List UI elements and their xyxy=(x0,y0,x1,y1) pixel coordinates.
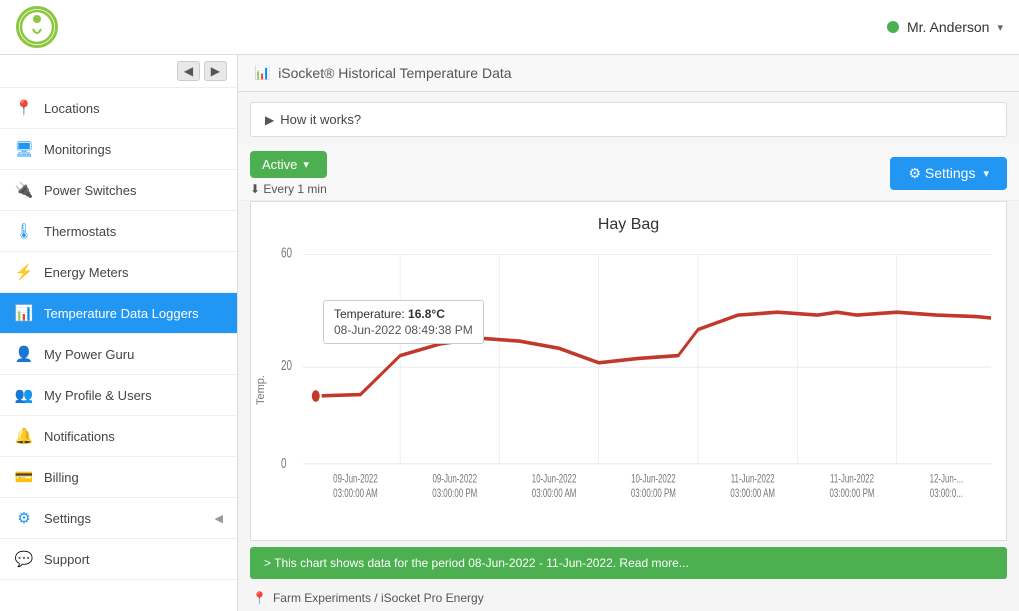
settings-label: ⚙ Settings xyxy=(908,165,975,182)
active-chevron: ▾ xyxy=(303,158,309,171)
settings-icon: ⚙ xyxy=(14,509,34,527)
chart-inner: 60 20 0 xyxy=(271,240,1006,540)
svg-text:60: 60 xyxy=(281,245,292,261)
sidebar-item-temperature-data-loggers[interactable]: 📊 Temperature Data Loggers xyxy=(0,293,237,334)
my-power-guru-icon: 👤 xyxy=(14,345,34,363)
svg-text:03:00:00 PM: 03:00:00 PM xyxy=(631,488,676,500)
chart-y-label: Temp. xyxy=(251,240,271,540)
settings-button[interactable]: ⚙ Settings ▾ xyxy=(890,157,1007,190)
sidebar-items-container: 📍 Locations 🖥 Monitorings 🔌 Power Switches 🌡 Th… xyxy=(0,88,237,580)
nav-back-button[interactable]: ◀ xyxy=(177,61,200,81)
settings-label: Settings xyxy=(44,511,205,526)
how-it-works-chevron: ▶ xyxy=(265,113,274,127)
notifications-label: Notifications xyxy=(44,429,223,444)
info-bar[interactable]: > This chart shows data for the period 0… xyxy=(250,547,1007,579)
billing-label: Billing xyxy=(44,470,223,485)
active-dropdown-button[interactable]: Active ▾ xyxy=(250,151,327,178)
thermostats-icon: 🌡 xyxy=(14,222,34,240)
support-icon: 💬 xyxy=(14,550,34,568)
energy-meters-label: Energy Meters xyxy=(44,265,223,280)
svg-text:03:00:00 PM: 03:00:00 PM xyxy=(829,488,874,500)
sidebar-item-settings[interactable]: ⚙ Settings ◀ xyxy=(0,498,237,539)
sidebar-item-billing[interactable]: 💳 Billing xyxy=(0,457,237,498)
my-profile-users-icon: 👥 xyxy=(14,386,34,404)
svg-text:10-Jun-2022: 10-Jun-2022 xyxy=(532,473,577,486)
svg-text:10-Jun-2022: 10-Jun-2022 xyxy=(631,473,676,486)
power-switches-label: Power Switches xyxy=(44,183,223,198)
controls-left: Active ▾ ⬇ Every 1 min xyxy=(250,151,327,196)
energy-meters-icon: ⚡ xyxy=(14,263,34,281)
svg-text:03:00:00 AM: 03:00:00 AM xyxy=(532,488,577,500)
location-icon: 📍 xyxy=(252,591,267,605)
main-area: ◀ ▶ 📍 Locations 🖥 Monitorings 🔌 Power Switche… xyxy=(0,55,1019,611)
sidebar-item-locations[interactable]: 📍 Locations xyxy=(0,88,237,129)
content-header-title: iSocket® Historical Temperature Data xyxy=(278,65,511,81)
sidebar-item-monitorings[interactable]: 🖥 Monitorings xyxy=(0,129,237,170)
chart-svg: 60 20 0 xyxy=(281,240,996,500)
controls-row: Active ▾ ⬇ Every 1 min ⚙ Settings ▾ xyxy=(238,145,1019,201)
topbar: Mr. Anderson ▾ xyxy=(0,0,1019,55)
user-menu-chevron: ▾ xyxy=(997,21,1003,34)
sidebar-item-power-switches[interactable]: 🔌 Power Switches xyxy=(0,170,237,211)
user-status-dot xyxy=(887,21,899,33)
settings-chevron: ◀ xyxy=(215,512,223,525)
sidebar-item-my-profile-users[interactable]: 👥 My Profile & Users xyxy=(0,375,237,416)
user-name: Mr. Anderson xyxy=(907,19,990,35)
how-it-works-text: How it works? xyxy=(280,112,361,127)
footer-location-text: Farm Experiments / iSocket Pro Energy xyxy=(273,591,484,605)
locations-label: Locations xyxy=(44,101,223,116)
my-profile-users-label: My Profile & Users xyxy=(44,388,223,403)
svg-text:12-Jun-...: 12-Jun-... xyxy=(930,473,964,486)
sidebar-item-support[interactable]: 💬 Support xyxy=(0,539,237,580)
sidebar-item-notifications[interactable]: 🔔 Notifications xyxy=(0,416,237,457)
svg-text:09-Jun-2022: 09-Jun-2022 xyxy=(432,473,477,486)
sidebar: ◀ ▶ 📍 Locations 🖥 Monitorings 🔌 Power Switche… xyxy=(0,55,238,611)
billing-icon: 💳 xyxy=(14,468,34,486)
svg-text:03:00:00 PM: 03:00:00 PM xyxy=(432,488,477,500)
user-area[interactable]: Mr. Anderson ▾ xyxy=(887,19,1003,35)
every-interval-label: ⬇ Every 1 min xyxy=(250,182,327,196)
chart-title: Hay Bag xyxy=(251,202,1006,240)
content-area: 📊 iSocket® Historical Temperature Data ▶… xyxy=(238,55,1019,611)
app-logo xyxy=(16,6,58,48)
sidebar-item-my-power-guru[interactable]: 👤 My Power Guru xyxy=(0,334,237,375)
my-power-guru-label: My Power Guru xyxy=(44,347,223,362)
temperature-data-loggers-label: Temperature Data Loggers xyxy=(44,306,223,321)
svg-text:09-Jun-2022: 09-Jun-2022 xyxy=(333,473,378,486)
sidebar-item-thermostats[interactable]: 🌡 Thermostats xyxy=(0,211,237,252)
sidebar-nav-arrows: ◀ ▶ xyxy=(0,55,237,88)
svg-text:03:00:00 AM: 03:00:00 AM xyxy=(333,488,378,500)
logo-area xyxy=(16,6,58,48)
notifications-icon: 🔔 xyxy=(14,427,34,445)
chart-area: Hay Bag Temp. 60 20 0 xyxy=(250,201,1007,541)
support-label: Support xyxy=(44,552,223,567)
locations-icon: 📍 xyxy=(14,99,34,117)
monitorings-label: Monitorings xyxy=(44,142,223,157)
sidebar-item-energy-meters[interactable]: ⚡ Energy Meters xyxy=(0,252,237,293)
thermostats-label: Thermostats xyxy=(44,224,223,239)
content-header-icon: 📊 xyxy=(254,65,270,81)
svg-text:20: 20 xyxy=(281,357,292,373)
nav-forward-button[interactable]: ▶ xyxy=(204,61,227,81)
active-label: Active xyxy=(262,157,297,172)
monitorings-icon: 🖥 xyxy=(14,140,34,158)
how-it-works-bar[interactable]: ▶ How it works? xyxy=(250,102,1007,137)
content-header: 📊 iSocket® Historical Temperature Data xyxy=(238,55,1019,92)
power-switches-icon: 🔌 xyxy=(14,181,34,199)
svg-text:03:00:00 AM: 03:00:00 AM xyxy=(730,488,775,500)
svg-text:11-Jun-2022: 11-Jun-2022 xyxy=(731,473,775,486)
svg-text:11-Jun-2022: 11-Jun-2022 xyxy=(830,473,874,486)
settings-chevron: ▾ xyxy=(983,167,989,180)
info-bar-text: > This chart shows data for the period 0… xyxy=(264,556,689,570)
chart-container: Temp. 60 20 0 xyxy=(251,240,1006,540)
svg-text:03:00:0...: 03:00:0... xyxy=(930,488,963,500)
svg-text:0: 0 xyxy=(281,455,287,471)
footer-location: 📍 Farm Experiments / iSocket Pro Energy xyxy=(238,585,1019,611)
temperature-data-loggers-icon: 📊 xyxy=(14,304,34,322)
